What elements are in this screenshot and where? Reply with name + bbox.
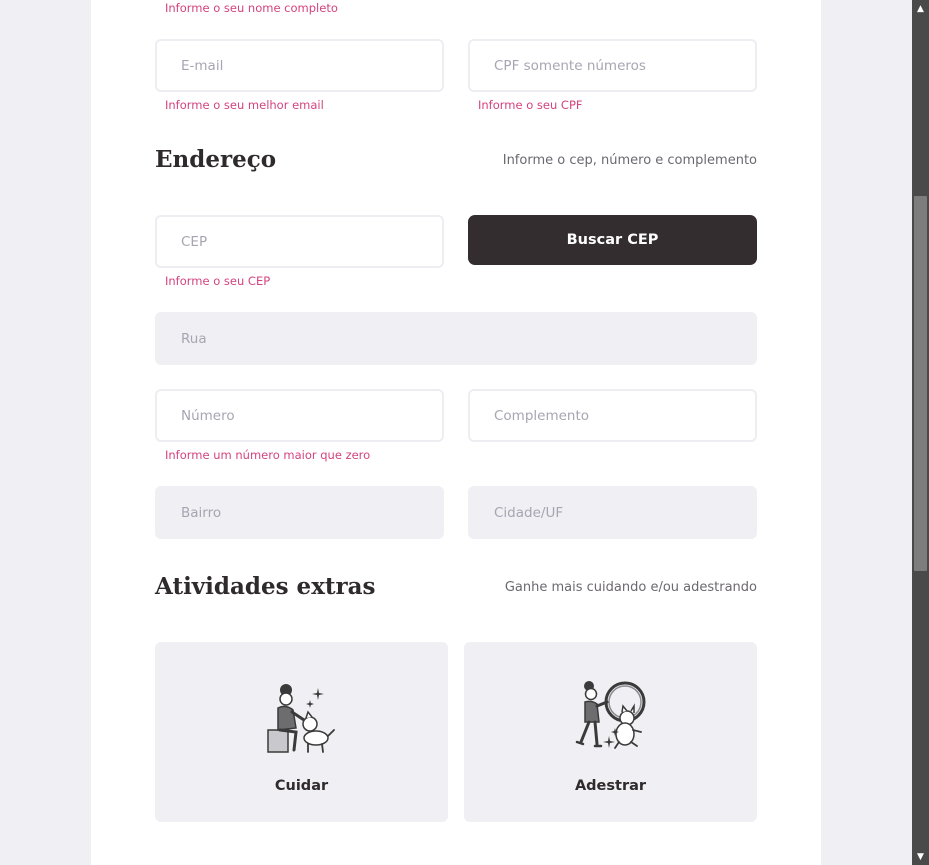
pet-care-icon [266, 684, 335, 753]
city-field[interactable]: Cidade/UF [468, 486, 757, 539]
district-placeholder: Bairro [181, 504, 222, 521]
street-field[interactable]: Rua [155, 312, 757, 365]
scroll-up-icon[interactable]: ▲ [912, 0, 929, 17]
number-hint: Informe um número maior que zero [165, 448, 371, 462]
registration-form: Informe o seu nome completo E-mail Infor… [91, 0, 821, 865]
city-placeholder: Cidade/UF [494, 504, 564, 521]
name-hint: Informe o seu nome completo [165, 1, 338, 15]
extras-title: Atividades extras [155, 573, 376, 600]
email-field[interactable]: E-mail [155, 39, 444, 92]
dog-training-icon [575, 681, 645, 749]
cep-field[interactable]: CEP [155, 215, 444, 268]
complement-field[interactable]: Complemento [468, 389, 757, 442]
cpf-hint: Informe o seu CPF [478, 98, 583, 112]
address-subtitle: Informe o cep, número e complemento [502, 153, 757, 168]
cep-hint: Informe o seu CEP [165, 274, 271, 288]
street-placeholder: Rua [181, 330, 207, 347]
scroll-down-icon[interactable]: ▼ [912, 848, 929, 865]
activity-card-training-label: Adestrar [574, 778, 647, 794]
cep-placeholder: CEP [181, 233, 208, 250]
email-hint: Informe o seu melhor email [165, 98, 324, 112]
page-scrollbar[interactable]: ▲ ▼ [912, 0, 929, 865]
number-field[interactable]: Número [155, 389, 444, 442]
search-cep-button[interactable]: Buscar CEP [468, 215, 757, 265]
activity-card-care[interactable]: Cuidar [155, 642, 448, 822]
address-title: Endereço [155, 146, 277, 173]
number-placeholder: Número [181, 407, 235, 424]
email-placeholder: E-mail [181, 57, 224, 74]
extras-subtitle: Ganhe mais cuidando e/ou adestrando [504, 580, 757, 595]
cpf-placeholder: CPF somente números [494, 57, 646, 74]
cpf-field[interactable]: CPF somente números [468, 39, 757, 92]
activity-card-care-label: Cuidar [274, 778, 329, 794]
complement-placeholder: Complemento [494, 407, 590, 424]
district-field[interactable]: Bairro [155, 486, 444, 539]
scrollbar-thumb[interactable] [914, 196, 927, 571]
activity-card-training[interactable]: Adestrar [464, 642, 757, 822]
